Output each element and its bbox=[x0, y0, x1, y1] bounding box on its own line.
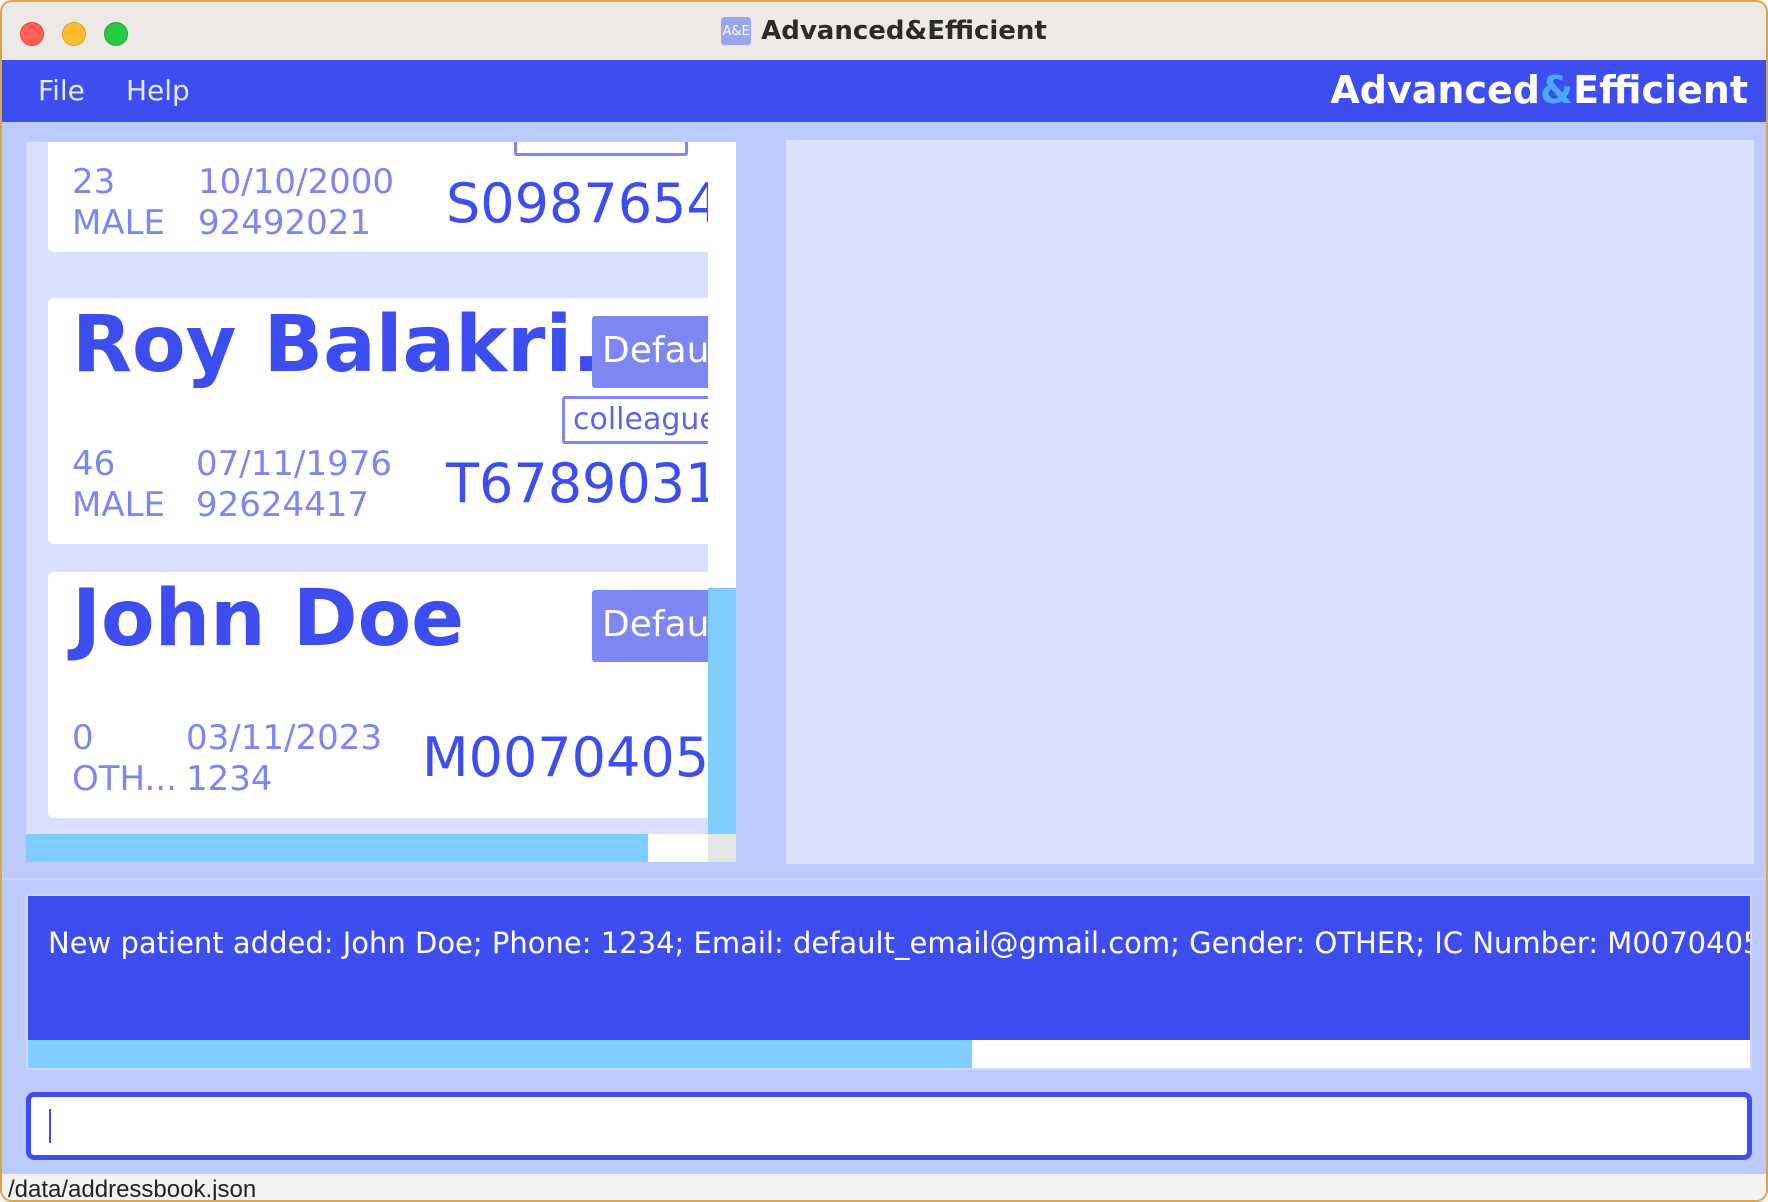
patient-tag: classmate bbox=[514, 142, 689, 156]
brand-text-advanced: Advanced bbox=[1330, 68, 1540, 112]
result-display: New patient added: John Doe; Phone: 1234… bbox=[26, 894, 1752, 1070]
patient-gender: OTH... bbox=[72, 759, 177, 799]
patient-ic-number: S0987654E bbox=[446, 172, 728, 235]
patient-birthdate: 10/10/2000 bbox=[198, 162, 394, 202]
patient-name: John Doe bbox=[72, 574, 465, 664]
app-logo-icon: A&E bbox=[721, 17, 752, 45]
command-input[interactable] bbox=[41, 1103, 1731, 1149]
title-bar: A&E Advanced&Efficient bbox=[2, 2, 1766, 60]
patient-name: Roy Balakri... bbox=[72, 300, 662, 390]
list-horizontal-scrollbar[interactable] bbox=[26, 834, 648, 862]
patient-birthdate: 03/11/2023 bbox=[186, 718, 382, 758]
window-controls bbox=[20, 22, 128, 46]
patient-ic-number: M0070405Q bbox=[422, 726, 728, 789]
minimize-window-button[interactable] bbox=[62, 22, 86, 46]
patient-card[interactable]: Roy Balakri... Default colleague 46 07/1… bbox=[48, 298, 728, 544]
result-message: New patient added: John Doe; Phone: 1234… bbox=[48, 926, 1752, 960]
patient-ic-number: T6789031Q bbox=[446, 452, 728, 515]
patient-card[interactable]: classmate 23 10/10/2000 MALE 92492021 S0… bbox=[48, 142, 728, 252]
patient-gender: MALE bbox=[72, 485, 166, 525]
save-file-path: /data/addressbook.json bbox=[8, 1176, 257, 1202]
status-bar: /data/addressbook.json bbox=[2, 1174, 1766, 1202]
menu-bar: File Help Advanced&Efficient bbox=[2, 60, 1766, 122]
brand-ampersand: & bbox=[1539, 68, 1574, 112]
text-cursor bbox=[49, 1109, 51, 1143]
menu-file[interactable]: File bbox=[38, 74, 85, 107]
patient-age: 46 bbox=[72, 444, 116, 484]
patient-card[interactable]: John Doe Default 0 03/11/2023 OTH... 123… bbox=[48, 572, 728, 818]
window-title-group: A&E Advanced&Efficient bbox=[721, 16, 1047, 46]
patient-phone: 92624417 bbox=[196, 485, 370, 525]
section-divider bbox=[2, 878, 1766, 880]
result-display-content: New patient added: John Doe; Phone: 1234… bbox=[28, 896, 1750, 1040]
brand-logo: Advanced&Efficient bbox=[1330, 68, 1748, 112]
patient-gender: MALE bbox=[72, 203, 166, 243]
patient-detail-panel bbox=[786, 140, 1754, 864]
app-window: A&E Advanced&Efficient File Help Advance… bbox=[0, 0, 1768, 1202]
list-vertical-scrollbar[interactable] bbox=[708, 588, 736, 834]
list-vertical-scroll-track[interactable] bbox=[708, 142, 736, 588]
patient-age: 23 bbox=[72, 162, 116, 202]
scroll-corner bbox=[708, 834, 736, 862]
result-horizontal-scrollbar[interactable] bbox=[28, 1040, 972, 1068]
patient-tag: colleague bbox=[562, 396, 728, 444]
close-window-button[interactable] bbox=[20, 22, 44, 46]
patient-phone: 92492021 bbox=[198, 203, 372, 243]
patient-birthdate: 07/11/1976 bbox=[196, 444, 392, 484]
menu-help[interactable]: Help bbox=[126, 74, 190, 107]
window-title: Advanced&Efficient bbox=[761, 16, 1047, 46]
patient-age: 0 bbox=[72, 718, 94, 758]
maximize-window-button[interactable] bbox=[104, 22, 128, 46]
patient-list-panel[interactable]: classmate 23 10/10/2000 MALE 92492021 S0… bbox=[26, 142, 736, 862]
command-box[interactable] bbox=[26, 1092, 1752, 1160]
brand-text-efficient: Efficient bbox=[1573, 68, 1748, 112]
patient-phone: 1234 bbox=[186, 759, 273, 799]
